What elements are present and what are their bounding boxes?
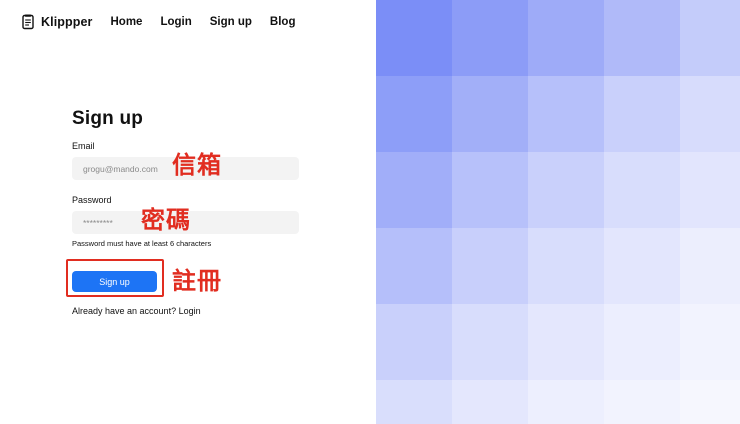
annotation-signup: 註冊: [172, 267, 222, 295]
nav-link-blog[interactable]: Blog: [270, 16, 296, 28]
signup-pane: Klippper Home Login Sign up Blog Sign up…: [0, 0, 376, 424]
grid-tile: [604, 152, 680, 228]
top-nav: Klippper Home Login Sign up Blog: [22, 12, 313, 32]
grid-tile: [528, 76, 604, 152]
nav-links: Home Login Sign up Blog: [111, 16, 314, 28]
login-prompt-text[interactable]: Already have an account? Login: [72, 306, 201, 316]
grid-tile: [376, 0, 452, 76]
grid-tile: [680, 152, 740, 228]
nav-link-signup[interactable]: Sign up: [210, 16, 252, 28]
nav-link-login[interactable]: Login: [160, 16, 191, 28]
annotation-password: 密碼: [141, 206, 191, 234]
brand-name: Klippper: [41, 15, 93, 29]
grid-tile: [680, 76, 740, 152]
grid-tile: [452, 304, 528, 380]
decorative-gradient-grid: [376, 0, 740, 424]
grid-tile: [680, 380, 740, 424]
nav-link-home[interactable]: Home: [111, 16, 143, 28]
grid-tile: [376, 380, 452, 424]
grid-tile: [376, 228, 452, 304]
document-icon: [22, 14, 34, 30]
grid-tile: [452, 0, 528, 76]
login-prompt[interactable]: Already have an account? Login: [72, 306, 302, 316]
annotation-email: 信箱: [172, 151, 222, 179]
brand-logo[interactable]: Klippper: [22, 14, 93, 30]
grid-tile: [528, 0, 604, 76]
grid-tile: [528, 304, 604, 380]
grid-tile: [528, 152, 604, 228]
grid-tile: [452, 76, 528, 152]
grid-tile: [604, 304, 680, 380]
grid-tile: [452, 380, 528, 424]
grid-tile: [452, 152, 528, 228]
grid-tile: [604, 228, 680, 304]
grid-tile: [680, 228, 740, 304]
password-hint: Password must have at least 6 characters: [72, 239, 212, 248]
page-title: Sign up: [72, 108, 144, 129]
grid-tile: [680, 304, 740, 380]
grid-tile: [680, 0, 740, 76]
grid-tile: [376, 152, 452, 228]
grid-tile: [376, 304, 452, 380]
grid-tile: [376, 76, 452, 152]
grid-tile: [604, 380, 680, 424]
grid-tile: [604, 0, 680, 76]
grid-tile: [452, 228, 528, 304]
grid-tile: [604, 76, 680, 152]
grid-tile: [528, 380, 604, 424]
annotation-highlight-box: [66, 259, 164, 297]
grid-tile: [528, 228, 604, 304]
